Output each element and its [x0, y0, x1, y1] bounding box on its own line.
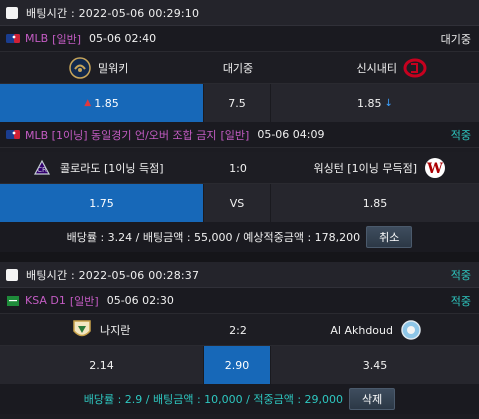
mlb-logo-icon	[6, 129, 20, 141]
odds-row: 2.14 2.90 3.45	[0, 346, 479, 384]
away-team-name: 신시내티	[356, 62, 397, 75]
home-team-name: 밀워키	[98, 62, 129, 75]
akhdoud-logo-icon	[399, 318, 423, 342]
home-team: 밀워키	[68, 52, 128, 84]
bet-time: 배팅시간 : 2022-05-06 00:29:10	[26, 6, 200, 20]
odd-away[interactable]: 3.45	[271, 346, 479, 384]
mlb-logo-icon	[6, 33, 20, 45]
odd-away[interactable]: 1.85 ↓	[271, 84, 479, 122]
rockies-logo-icon: CR	[30, 156, 54, 180]
bet-summary: 배당률 : 3.24 / 배팅금액 : 55,000 / 예상적중금액 : 17…	[0, 222, 479, 252]
team-row: 밀워키 대기중 신시내티	[0, 52, 479, 84]
odd-mid-value: 2.90	[224, 358, 250, 372]
odd-mid-value: VS	[229, 196, 245, 210]
game-time: 05-06 04:09	[257, 128, 325, 141]
cancel-button[interactable]: 취소	[366, 226, 413, 248]
team-row: 나지란 2:2 Al Akhdoud	[0, 314, 479, 346]
league-name: KSA D1	[25, 294, 66, 307]
bet-slip-2: 배팅시간 : 2022-05-06 00:28:37 적중 KSA D1 [일반…	[0, 262, 479, 419]
najran-logo-icon	[70, 318, 94, 342]
game-time: 05-06 02:30	[106, 294, 174, 307]
league-name: MLB	[25, 32, 49, 45]
bet-time: 배팅시간 : 2022-05-06 00:28:37	[26, 268, 200, 282]
nationals-logo-icon: W	[423, 156, 447, 180]
odd-away[interactable]: 1.85	[271, 184, 479, 222]
away-team: 워싱턴 [1이닝 무득점] W	[313, 152, 447, 184]
game-state: 적중	[450, 128, 471, 142]
mid-value: 2:2	[229, 323, 247, 337]
bet-status: 적중	[450, 268, 471, 282]
league-tag: [일반]	[52, 32, 81, 46]
select-checkbox[interactable]	[6, 268, 18, 281]
home-team: 나지란	[70, 314, 130, 346]
odds-up-icon: ▲	[84, 98, 92, 108]
away-team: 신시내티	[357, 52, 427, 84]
summary-text: 배당률 : 2.9 / 배팅금액 : 10,000 / 적중금액 : 29,00…	[83, 393, 344, 406]
odd-away-value: 1.85	[362, 196, 388, 210]
game-time: 05-06 02:40	[89, 32, 157, 45]
odd-mid[interactable]: 2.90	[204, 346, 271, 384]
bet-summary: 배당률 : 2.9 / 배팅금액 : 10,000 / 적중금액 : 29,00…	[0, 384, 479, 414]
odd-home-value: 1.75	[89, 196, 114, 210]
game-state: 대기중	[440, 32, 471, 46]
svg-text:W: W	[426, 161, 443, 177]
home-team-name: 콜로라도 [1이닝 득점]	[60, 162, 164, 175]
league-tag: [일반]	[69, 294, 99, 308]
game-state: 적중	[450, 294, 471, 308]
mid-value: 대기중	[222, 62, 254, 75]
bet-slip-1-cont: CR 콜로라도 [1이닝 득점] 1:0 워싱턴 [1이닝 무득점] W 1.7…	[0, 152, 479, 252]
odds-down-icon: ↓	[384, 97, 393, 109]
odd-mid[interactable]: VS	[204, 184, 271, 222]
odd-away-value: 3.45	[362, 358, 388, 372]
brewers-logo-icon	[68, 56, 92, 80]
odd-mid-value: 7.5	[228, 96, 246, 110]
away-team-name: Al Akhdoud	[330, 323, 393, 337]
home-team: CR 콜로라도 [1이닝 득점]	[30, 152, 164, 184]
bet-header: 배팅시간 : 2022-05-06 00:28:37 적중	[0, 262, 479, 288]
reds-logo-icon	[403, 56, 427, 80]
odd-home[interactable]: 1.75	[0, 184, 204, 222]
odd-home-value: 1.85	[94, 96, 119, 110]
delete-button[interactable]: 삭제	[349, 388, 396, 410]
select-checkbox[interactable]	[6, 6, 18, 19]
odds-row: 1.75 VS 1.85	[0, 184, 479, 222]
odds-row: ▲ 1.85 7.5 1.85 ↓	[0, 84, 479, 122]
odd-home[interactable]: ▲ 1.85	[0, 84, 204, 122]
away-team: Al Akhdoud	[330, 314, 423, 346]
mid-value: 1:0	[229, 161, 247, 175]
league-row: MLB [일반] 05-06 02:40 대기중	[0, 26, 479, 52]
league-row: KSA D1 [일반] 05-06 02:30 적중	[0, 288, 479, 314]
ksa-flag-icon	[6, 295, 20, 307]
odd-away-value: 1.85	[357, 96, 382, 110]
team-row: CR 콜로라도 [1이닝 득점] 1:0 워싱턴 [1이닝 무득점] W	[0, 152, 479, 184]
odd-mid[interactable]: 7.5	[204, 84, 271, 122]
summary-text: 배당률 : 3.24 / 배팅금액 : 55,000 / 예상적중금액 : 17…	[66, 231, 361, 244]
league-row: MLB [1이닝] 동일경기 언/오버 조합 금지 [일반] 05-06 04:…	[0, 122, 479, 148]
bet-header: 배팅시간 : 2022-05-06 00:29:10	[0, 0, 479, 26]
svg-text:CR: CR	[37, 166, 47, 174]
away-team-name: 워싱턴 [1이닝 무득점]	[313, 162, 417, 175]
odd-home-value: 2.14	[89, 358, 114, 372]
league-tag: [일반]	[220, 128, 250, 142]
home-team-name: 나지란	[100, 324, 131, 337]
league-name: MLB [1이닝] 동일경기 언/오버 조합 금지	[25, 128, 217, 142]
odd-home[interactable]: 2.14	[0, 346, 204, 384]
